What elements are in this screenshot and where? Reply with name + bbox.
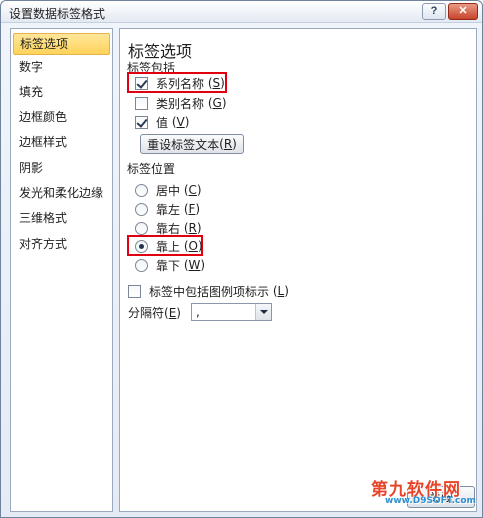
position-left-radio[interactable] bbox=[135, 202, 148, 216]
position-below-row[interactable]: 靠下 (W) bbox=[135, 256, 205, 274]
separator-label-group: 分隔符(E) bbox=[128, 306, 181, 320]
position-right-accel: (R) bbox=[180, 221, 202, 235]
position-above-accel: (O) bbox=[180, 239, 203, 253]
accel-key: S bbox=[212, 76, 221, 90]
sidebar-item-label: 对齐方式 bbox=[19, 237, 68, 251]
position-center-label: 居中 bbox=[156, 183, 181, 198]
label-options-panel: 标签选项 标签包括 系列名称 (S) 类别名称 (G) 值 (V) 重设标签文本… bbox=[119, 28, 477, 512]
position-right-radio[interactable] bbox=[135, 221, 148, 235]
legend-key-accel: (L) bbox=[269, 284, 289, 298]
sidebar-item-border-color[interactable]: 边框颜色 bbox=[13, 106, 110, 128]
position-above-label: 靠上 bbox=[156, 239, 181, 254]
position-right-label: 靠右 bbox=[156, 221, 181, 236]
accel-key: V bbox=[176, 115, 185, 129]
dialog-title: 设置数据标签格式 bbox=[9, 7, 106, 21]
position-above-radio[interactable] bbox=[135, 239, 148, 253]
value-label: 值 bbox=[156, 115, 169, 130]
accel-key: W bbox=[188, 258, 201, 272]
accel-key: E bbox=[168, 306, 177, 320]
value-checkbox[interactable] bbox=[135, 115, 148, 129]
help-button[interactable]: ? bbox=[422, 3, 446, 20]
sidebar-item-fill[interactable]: 填充 bbox=[13, 81, 110, 103]
accel-key: G bbox=[212, 96, 222, 110]
series-name-checkbox-row[interactable]: 系列名称 (S) bbox=[135, 74, 225, 92]
sidebar-item-label-options[interactable]: 标签选项 bbox=[13, 33, 110, 55]
sidebar-item-number[interactable]: 数字 bbox=[13, 56, 110, 78]
category-name-label: 类别名称 bbox=[156, 96, 205, 111]
sidebar-item-border-style[interactable]: 边框样式 bbox=[13, 131, 110, 153]
accel-key: L bbox=[277, 284, 285, 298]
accel-key: O bbox=[188, 239, 198, 253]
position-below-label: 靠下 bbox=[156, 258, 181, 273]
title-close-button[interactable]: ✕ bbox=[448, 3, 478, 20]
series-name-label: 系列名称 bbox=[156, 76, 205, 91]
sidebar-item-label: 标签选项 bbox=[20, 37, 69, 51]
position-below-radio[interactable] bbox=[135, 258, 148, 272]
value-checkbox-row[interactable]: 值 (V) bbox=[135, 113, 189, 131]
accel-key: F bbox=[188, 202, 196, 216]
position-center-row[interactable]: 居中 (C) bbox=[135, 181, 202, 199]
sidebar-item-label: 边框样式 bbox=[19, 135, 68, 149]
position-center-radio[interactable] bbox=[135, 183, 148, 197]
chevron-down-icon[interactable] bbox=[255, 304, 271, 320]
sidebar-item-label: 边框颜色 bbox=[19, 110, 68, 124]
series-name-checkbox[interactable] bbox=[135, 76, 148, 90]
category-name-checkbox-row[interactable]: 类别名称 (G) bbox=[135, 94, 227, 112]
position-center-accel: (C) bbox=[180, 183, 202, 197]
sidebar-item-label: 填充 bbox=[19, 85, 44, 99]
accel-key: R bbox=[223, 137, 233, 151]
sidebar-item-alignment[interactable]: 对齐方式 bbox=[13, 233, 110, 255]
position-below-accel: (W) bbox=[180, 258, 206, 272]
position-left-accel: (F) bbox=[180, 202, 201, 216]
position-left-label: 靠左 bbox=[156, 202, 181, 217]
format-data-labels-dialog: 设置数据标签格式 ? ✕ 标签选项 数字 填充 边框颜色 边框样式 阴影 发光和… bbox=[0, 0, 483, 518]
value-accel: (V) bbox=[168, 115, 190, 129]
separator-label: 分隔符 bbox=[128, 306, 165, 320]
sidebar-item-shadow[interactable]: 阴影 bbox=[13, 157, 110, 179]
sidebar-item-label: 发光和柔化边缘 bbox=[19, 186, 104, 200]
series-name-accel: (S) bbox=[204, 76, 225, 90]
category-name-checkbox[interactable] bbox=[135, 96, 148, 110]
reset-label-text-button[interactable]: 重设标签文本(R) bbox=[140, 134, 244, 154]
sidebar-item-glow-soft-edges[interactable]: 发光和柔化边缘 bbox=[13, 182, 110, 204]
legend-key-checkbox[interactable] bbox=[128, 284, 141, 298]
position-above-row[interactable]: 靠上 (O) bbox=[135, 237, 203, 255]
category-list: 标签选项 数字 填充 边框颜色 边框样式 阴影 发光和柔化边缘 三维格式 对齐方… bbox=[10, 28, 113, 512]
separator-dropdown[interactable]: , bbox=[191, 303, 272, 321]
accel-key: C bbox=[188, 183, 197, 197]
sidebar-item-label: 阴影 bbox=[19, 161, 44, 175]
close-button[interactable]: 关闭 bbox=[407, 486, 475, 508]
category-name-accel: (G) bbox=[204, 96, 227, 110]
sidebar-item-3d-format[interactable]: 三维格式 bbox=[13, 207, 110, 229]
position-left-row[interactable]: 靠左 (F) bbox=[135, 200, 200, 218]
smudge-overlay bbox=[220, 367, 300, 422]
legend-key-label: 标签中包括图例项标示 bbox=[149, 284, 270, 299]
legend-key-checkbox-row[interactable]: 标签中包括图例项标示 (L) bbox=[128, 282, 289, 300]
reset-button-label: 重设标签文本 bbox=[147, 137, 220, 152]
sidebar-item-label: 数字 bbox=[19, 60, 44, 74]
title-bar[interactable]: 设置数据标签格式 ? ✕ bbox=[1, 1, 482, 23]
accel-key: R bbox=[188, 221, 197, 235]
separator-value: , bbox=[196, 305, 200, 319]
label-position-heading: 标签位置 bbox=[127, 162, 176, 176]
sidebar-item-label: 三维格式 bbox=[19, 211, 68, 225]
